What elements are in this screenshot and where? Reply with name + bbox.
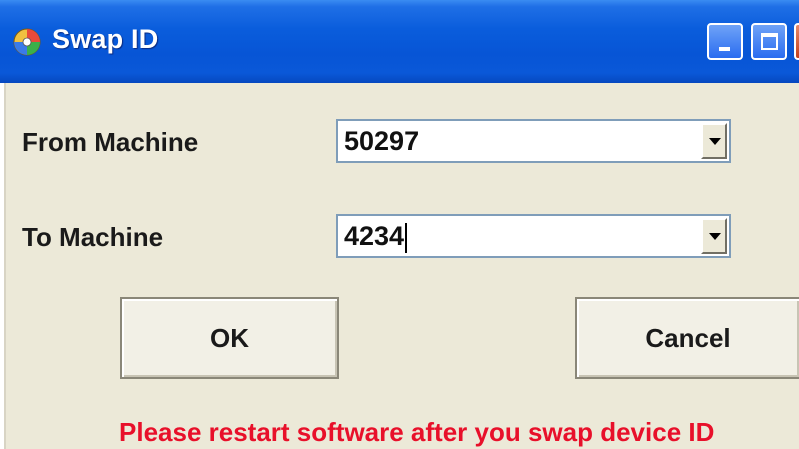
- ok-button-label: OK: [210, 323, 249, 353]
- to-machine-label: To Machine: [22, 222, 164, 252]
- dropdown-arrow-icon: [709, 138, 721, 145]
- app-icon: [13, 28, 41, 56]
- from-machine-label: From Machine: [22, 127, 199, 157]
- maximize-icon: [761, 33, 778, 50]
- swap-id-dialog: Swap ID From Machine 50297 To Machine 42…: [0, 0, 799, 449]
- to-machine-input[interactable]: 4234: [344, 221, 408, 253]
- from-machine-combobox[interactable]: 50297: [336, 119, 731, 163]
- dropdown-arrow-icon: [709, 233, 721, 240]
- restart-notice: Please restart software after you swap d…: [119, 417, 715, 447]
- minimize-icon: [719, 47, 730, 51]
- window-border-shadow: [4, 83, 6, 449]
- from-machine-dropdown-button[interactable]: [701, 123, 727, 159]
- text-cursor: [405, 222, 408, 253]
- cancel-button-label: Cancel: [645, 323, 731, 353]
- maximize-button[interactable]: [751, 23, 787, 60]
- to-machine-value: 4234: [344, 221, 405, 251]
- to-machine-dropdown-button[interactable]: [701, 218, 727, 254]
- cancel-button[interactable]: Cancel: [575, 297, 799, 379]
- title-bar[interactable]: Swap ID: [0, 0, 799, 83]
- to-machine-combobox[interactable]: 4234: [336, 214, 731, 258]
- window-title: Swap ID: [52, 24, 159, 54]
- close-button[interactable]: [794, 23, 799, 60]
- ok-button[interactable]: OK: [120, 297, 339, 379]
- minimize-button[interactable]: [707, 23, 743, 60]
- from-machine-value[interactable]: 50297: [344, 126, 419, 157]
